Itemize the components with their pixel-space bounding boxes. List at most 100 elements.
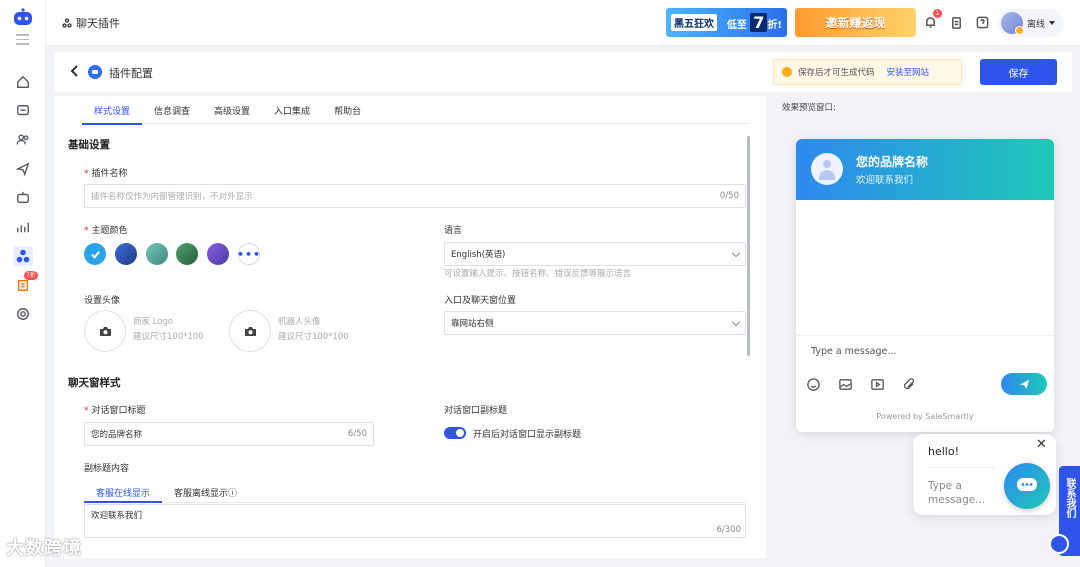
bot-avatar-text: 机器人头像 建议尺寸100*100 <box>278 317 349 342</box>
referral-banner[interactable]: 邀新赚返现 <box>795 8 916 37</box>
breadcrumb-label: 聊天插件 <box>76 17 120 30</box>
send-icon <box>1019 379 1029 389</box>
merchant-logo-text: 商家 Logo 建议尺寸100*100 <box>133 317 204 342</box>
position-label: 入口及聊天窗位置 <box>444 296 517 306</box>
plugin-name-label: * 插件名称 <box>84 169 128 179</box>
chat-style-section-title: 聊天窗样式 <box>68 377 121 389</box>
contacts-icon[interactable] <box>13 130 33 150</box>
save-button[interactable]: 保存 <box>980 59 1057 85</box>
tab-survey[interactable]: 信息调查 <box>142 106 202 124</box>
char-count: 0/50 <box>719 191 739 201</box>
promo-text: 低至 <box>726 20 747 31</box>
promo-badge: 7折 <box>24 271 38 280</box>
chat-header: 您的品牌名称 欢迎联系我们 <box>796 139 1054 200</box>
close-icon[interactable]: ✕ <box>1036 437 1047 452</box>
page-header: 插件配置 保存后才可生成代码 安装至网站 保存 <box>54 52 1072 92</box>
color-swatch[interactable] <box>207 243 229 265</box>
chat-toolbar <box>804 375 918 393</box>
send-button[interactable] <box>1001 373 1047 395</box>
color-swatch[interactable] <box>176 243 198 265</box>
clipboard-icon[interactable] <box>948 14 964 30</box>
chevron-down-icon <box>731 248 741 257</box>
bubble-input[interactable]: Type a message... <box>928 479 998 507</box>
promo-number: 7 <box>750 13 768 32</box>
chevron-down-icon <box>1049 21 1056 25</box>
user-status-menu[interactable]: 离线 <box>998 9 1064 37</box>
powered-by: Powered by SaleSmartly <box>876 412 974 421</box>
chat-icon <box>1049 534 1069 554</box>
char-count: 6/50 <box>347 429 367 439</box>
subtitle-toggle-text: 开启后对话窗口显示副标题 <box>473 430 582 440</box>
position-select[interactable]: 靠网站右侧 <box>444 311 746 335</box>
color-swatch[interactable] <box>146 243 168 265</box>
plugin-small-icon <box>62 18 72 28</box>
plugin-name-input[interactable]: 插件名称仅作为内部管理识别，不对外显示 0/50 <box>84 184 746 208</box>
image-icon[interactable] <box>836 375 854 393</box>
tab-advanced[interactable]: 高级设置 <box>202 106 262 124</box>
watermark: 大数跨境 <box>6 538 82 559</box>
send-icon[interactable] <box>13 159 33 179</box>
notification-badge: 1 <box>933 9 942 18</box>
plugin-icon[interactable] <box>13 246 33 266</box>
tab-helpdesk[interactable]: 帮助台 <box>322 106 373 124</box>
video-icon[interactable] <box>868 375 886 393</box>
window-title-input[interactable]: 您的品牌名称 6/50 <box>84 422 374 446</box>
top-bar: 聊天插件 黑五狂欢 低至 7 折! 邀新赚返现 1 离线 <box>46 0 1080 46</box>
settings-icon[interactable] <box>13 304 33 324</box>
tab-style[interactable]: 样式设置 <box>82 106 143 125</box>
color-swatch-selected[interactable] <box>84 243 106 265</box>
tab-offline[interactable]: 客服离线显示ⓘ <box>162 486 249 502</box>
subtitle-toggle[interactable] <box>444 427 466 439</box>
help-icon[interactable] <box>974 14 990 30</box>
language-hint: 可设置输入提示、按钮名称、错误反馈等展示语言 <box>444 269 632 279</box>
home-icon[interactable] <box>13 72 33 92</box>
emoji-icon[interactable] <box>804 375 822 393</box>
chat-preview-window: 您的品牌名称 欢迎联系我们 Type a message... Powered … <box>796 139 1054 432</box>
tab-entry[interactable]: 入口集成 <box>262 106 322 124</box>
page-title: 插件配置 <box>109 67 153 80</box>
warning-icon <box>782 67 792 77</box>
color-swatch[interactable] <box>115 243 137 265</box>
menu-toggle-icon[interactable] <box>16 34 29 48</box>
chat-icon[interactable] <box>13 101 33 121</box>
more-colors-button[interactable]: ••• <box>237 243 260 265</box>
tab-online[interactable]: 客服在线显示 <box>84 486 163 503</box>
window-title-label: * 对话窗口标题 <box>84 406 146 416</box>
bell-icon[interactable]: 1 <box>922 9 942 30</box>
bot-icon[interactable] <box>13 188 33 208</box>
char-count: 6/300 <box>716 525 742 535</box>
config-tabs: 样式设置 信息调查 高级设置 入口集成 帮助台 <box>82 106 748 125</box>
theme-color-label: * 主题颜色 <box>84 226 128 236</box>
window-subtitle-label: 对话窗口副标题 <box>444 406 508 416</box>
left-sidebar: 7折 <box>0 0 46 567</box>
install-link[interactable]: 安装至网站 <box>887 66 930 78</box>
subtitle-tabs: 客服在线显示 客服离线显示ⓘ <box>84 486 746 503</box>
language-select[interactable]: English(英语) <box>444 242 746 266</box>
camera-icon <box>99 326 111 336</box>
subtitle-textarea[interactable]: 欢迎联系我们 6/300 <box>84 504 746 538</box>
save-warning: 保存后才可生成代码 安装至网站 <box>773 59 962 85</box>
chevron-down-icon <box>731 317 741 326</box>
analytics-icon[interactable] <box>13 217 33 237</box>
app-logo-icon[interactable] <box>12 8 34 26</box>
breadcrumb: 聊天插件 <box>62 15 120 31</box>
welcome-text: 欢迎联系我们 <box>856 175 914 186</box>
basic-section-title: 基础设置 <box>68 139 110 151</box>
promo-tag: 黑五狂欢 <box>671 14 717 31</box>
preview-label: 效果预览窗口: <box>782 103 836 113</box>
plugin-chat-icon <box>88 65 102 79</box>
scrollbar[interactable] <box>747 136 750 356</box>
camera-icon <box>244 326 256 336</box>
chat-launcher-button[interactable] <box>1004 463 1050 509</box>
black-friday-banner[interactable]: 黑五狂欢 低至 7 折! <box>666 8 787 37</box>
subtitle-content-label: 副标题内容 <box>84 464 130 474</box>
avatar <box>1001 12 1024 35</box>
back-icon[interactable] <box>70 65 82 79</box>
contact-us-tab[interactable]: 联系我们 <box>1049 466 1080 556</box>
bot-avatar-upload[interactable] <box>229 310 271 352</box>
message-input[interactable]: Type a message... <box>811 346 896 357</box>
attachment-icon[interactable] <box>900 375 918 393</box>
message-area <box>796 200 1054 336</box>
merchant-logo-upload[interactable] <box>84 310 126 352</box>
config-panel: 样式设置 信息调查 高级设置 入口集成 帮助台 基础设置 * 插件名称 插件名称仅… <box>54 96 766 558</box>
